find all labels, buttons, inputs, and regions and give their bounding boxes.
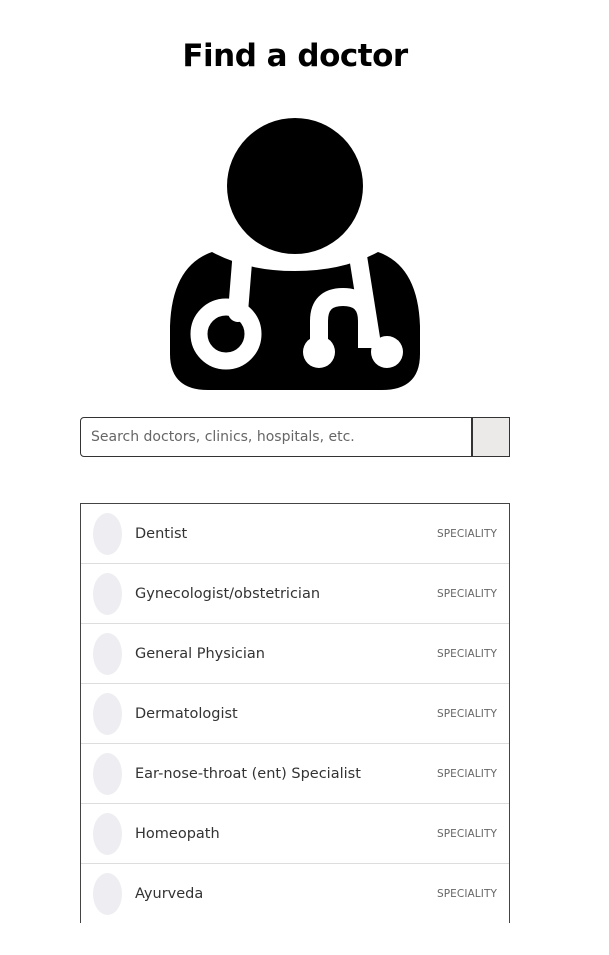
list-item[interactable]: Dentist SPECIALITY: [81, 504, 509, 564]
item-tag: SPECIALITY: [436, 527, 497, 540]
item-avatar: [93, 572, 122, 615]
item-name: Dermatologist: [135, 705, 238, 722]
list-item[interactable]: Dermatologist SPECIALITY: [81, 684, 509, 744]
item-tag: SPECIALITY: [436, 707, 497, 720]
item-name: Gynecologist/obstetrician: [135, 585, 321, 602]
item-name: Dentist: [135, 525, 188, 542]
list-item[interactable]: Ayurveda SPECIALITY: [81, 864, 509, 923]
results-list: Dentist SPECIALITY Gynecologist/obstetrici…: [80, 503, 510, 923]
list-item[interactable]: General Physician SPECIALITY: [81, 624, 509, 684]
item-avatar: [93, 873, 122, 915]
doctor-stethoscope-icon: [170, 118, 420, 390]
list-item[interactable]: Gynecologist/obstetrician SPECIALITY: [81, 564, 509, 624]
list-item[interactable]: Homeopath SPECIALITY: [81, 804, 509, 864]
item-avatar: [93, 812, 122, 855]
item-avatar: [93, 512, 122, 555]
item-avatar: [93, 692, 122, 735]
search-input[interactable]: [80, 417, 472, 457]
item-name: Homeopath: [135, 825, 220, 842]
item-tag: SPECIALITY: [436, 587, 497, 600]
item-name: Ear-nose-throat (ent) Specialist: [135, 765, 361, 782]
item-name: General Physician: [135, 645, 265, 662]
item-avatar: [93, 752, 122, 795]
item-tag: SPECIALITY: [436, 827, 497, 840]
item-name: Ayurveda: [135, 886, 204, 902]
search-bar: [80, 417, 510, 457]
list-item[interactable]: Ear-nose-throat (ent) Specialist SPECIALI…: [81, 744, 509, 804]
item-tag: SPECIALITY: [436, 888, 497, 900]
item-tag: SPECIALITY: [436, 767, 497, 780]
page-title: Find a doctor: [182, 38, 408, 74]
item-avatar: [93, 632, 122, 675]
item-tag: SPECIALITY: [436, 647, 497, 660]
search-button[interactable]: [472, 417, 510, 457]
doctor-head: [227, 118, 363, 254]
